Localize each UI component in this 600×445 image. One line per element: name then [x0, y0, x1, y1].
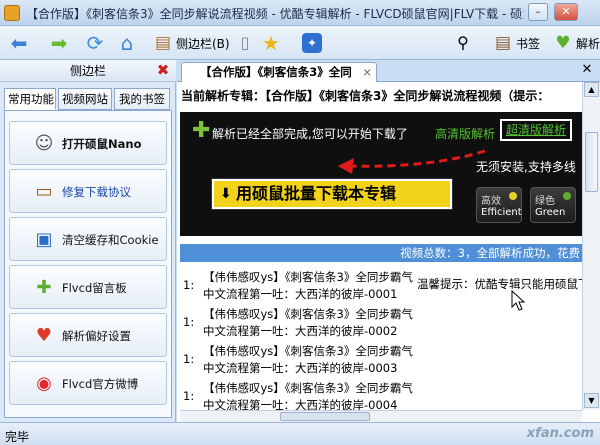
- no-install-text: 无须安装,支持多线: [476, 160, 576, 174]
- favorite-star-icon[interactable]: ★: [258, 30, 284, 56]
- puzzle-icon: ✚: [36, 277, 52, 298]
- bookmarks-label[interactable]: 书签: [516, 35, 540, 52]
- badge-title: 绿色: [535, 196, 555, 207]
- list-item: 1: 【伟伟感叹ys】《刺客信条3》全同步霸气中文流程第一吐：大西洋的彼岸-00…: [183, 342, 415, 379]
- nano-banner: ✚ 解析已经全部完成,您可以开始下载了 高清版解析 超清版解析 无须安装,支持多…: [180, 112, 582, 236]
- badge-subtitle: Green: [535, 207, 566, 218]
- parse-label[interactable]: 解析: [576, 35, 600, 52]
- batch-download-label: 用硕鼠批量下载本专辑: [236, 184, 397, 203]
- sidebar-item-label: 打开硕鼠Nano: [62, 137, 142, 151]
- watermark: xfan.com: [526, 426, 594, 441]
- sidebar-item-label: Flvcd官方微博: [62, 377, 139, 391]
- sidebar-item-repair-protocol[interactable]: ▭ 修复下载协议: [9, 169, 167, 213]
- video-list: 1: 【伟伟感叹ys】《刺客信条3》全同步霸气中文流程第一吐：大西洋的彼岸-00…: [183, 268, 415, 416]
- video-link[interactable]: 【伟伟感叹ys】《刺客信条3》全同步霸气中文流程第一吐：大西洋的彼岸-0002: [203, 306, 413, 340]
- sidebar-header: 侧边栏: [0, 60, 176, 82]
- tab-common-functions[interactable]: 常用功能: [4, 88, 56, 110]
- close-icon[interactable]: ✖: [156, 63, 170, 78]
- status-text: 完毕: [5, 430, 30, 444]
- tab-label: 【合作版】《刺客信条3》全同: [200, 65, 352, 79]
- search-icon[interactable]: ⚲: [450, 30, 476, 56]
- weibo-icon: ◉: [36, 373, 52, 394]
- item-number: 1:: [183, 352, 195, 366]
- green-badge: 绿色 Green: [530, 187, 576, 223]
- download-arrow-icon: ⬇: [220, 186, 232, 202]
- tab-current-page[interactable]: 【合作版】《刺客信条3》全同 ×: [181, 62, 377, 82]
- item-number: 1:: [183, 389, 195, 403]
- scroll-up-icon[interactable]: ▲: [584, 82, 599, 97]
- item-number: 1:: [183, 278, 195, 292]
- app-icon: [4, 5, 20, 21]
- mouse-icon: ☺: [34, 133, 54, 154]
- item-number: 1:: [183, 315, 195, 329]
- puzzle-icon: ✚: [192, 118, 211, 143]
- sidebar-item-label: 修复下载协议: [62, 185, 131, 199]
- stats-bar: 视频总数：3，全部解析成功，花费: [180, 244, 582, 262]
- badge-dot-icon: [509, 192, 517, 200]
- scroll-thumb[interactable]: [585, 132, 598, 192]
- video-link[interactable]: 【伟伟感叹ys】《刺客信条3》全同步霸气中文流程第一吐：大西洋的彼岸-0001: [203, 269, 413, 303]
- sidebar-item-label: 解析偏好设置: [62, 329, 131, 343]
- page-icon[interactable]: ▯: [232, 30, 258, 56]
- batch-download-button[interactable]: ⬇ 用硕鼠批量下载本专辑: [211, 178, 453, 210]
- sidebar-item-open-nano[interactable]: ☺ 打开硕鼠Nano: [9, 121, 167, 165]
- tip-text: 温馨提示：优酷专辑只能用硕鼠下: [417, 277, 590, 291]
- back-arrow-icon[interactable]: ⬅: [6, 30, 32, 56]
- tab-my-bookmarks[interactable]: 我的书签: [114, 88, 170, 110]
- red-arrow-annotation: [338, 149, 486, 174]
- minimize-button[interactable]: –: [528, 3, 548, 21]
- video-link[interactable]: 【伟伟感叹ys】《刺客信条3》全同步霸气中文流程第一吐：大西洋的彼岸-0003: [203, 343, 413, 377]
- list-item: 1: 【伟伟感叹ys】《刺客信条3》全同步霸气中文流程第一吐：大西洋的彼岸-00…: [183, 268, 415, 305]
- sidebar-panel: ☺ 打开硕鼠Nano ▭ 修复下载协议 ▣ 清空缓存和Cookie ✚ Flvc…: [4, 110, 172, 418]
- sidebar-item-message-board[interactable]: ✚ Flvcd留言板: [9, 265, 167, 309]
- sidebar-toggle-icon[interactable]: ▤: [150, 30, 176, 56]
- clear-cache-icon: ▣: [35, 229, 53, 250]
- heart-icon: ♥: [35, 325, 53, 346]
- uhd-parse-link[interactable]: 超清版解析: [500, 119, 572, 141]
- tab-video-sites[interactable]: 视频网站: [58, 88, 112, 110]
- page-content: 当前解析专辑：【合作版】《刺客信条3》全同步解说流程视频（提示： ✚ 解析已经全…: [177, 82, 600, 422]
- badge-leaf-icon: [563, 192, 571, 200]
- parse-icon[interactable]: ♥: [550, 30, 576, 56]
- badge-subtitle: Efficient: [481, 207, 522, 218]
- vertical-scrollbar[interactable]: ▲ ▼: [582, 82, 600, 410]
- wallet-icon: ▭: [35, 181, 53, 202]
- sidebar-toggle-label[interactable]: 侧边栏(B): [176, 35, 230, 52]
- tab-close-icon[interactable]: ×: [362, 63, 372, 81]
- bookmark-icon[interactable]: ▤: [490, 30, 516, 56]
- forward-arrow-icon[interactable]: ➡: [46, 30, 72, 56]
- tab-strip: 【合作版】《刺客信条3》全同 × ✕: [177, 60, 600, 82]
- badge-title: 高效: [481, 196, 501, 207]
- sidebar-item-label: Flvcd留言板: [62, 281, 127, 295]
- horizontal-scrollbar[interactable]: [180, 410, 582, 422]
- hd-parse-link[interactable]: 高清版解析: [435, 125, 495, 142]
- page-title: 当前解析专辑：【合作版】《刺客信条3》全同步解说流程视频（提示：: [181, 89, 550, 103]
- status-bar: 完毕 xfan.com: [0, 422, 600, 445]
- close-all-tabs-icon[interactable]: ✕: [580, 63, 594, 77]
- home-icon[interactable]: ⌂: [114, 30, 140, 56]
- sidebar-item-preferences[interactable]: ♥ 解析偏好设置: [9, 313, 167, 357]
- scroll-down-icon[interactable]: ▼: [584, 393, 599, 408]
- title-bar: 【合作版】《刺客信条3》全同步解说流程视频 - 优酷专辑解析 - FLVCD硕鼠…: [0, 0, 600, 26]
- mouse-cursor-icon: [511, 290, 525, 311]
- sidebar-item-weibo[interactable]: ◉ Flvcd官方微博: [9, 361, 167, 405]
- scroll-thumb[interactable]: [280, 412, 370, 421]
- efficient-badge: 高效 Efficient: [476, 187, 522, 223]
- video-link[interactable]: 【伟伟感叹ys】《刺客信条3》全同步霸气中文流程第一吐：大西洋的彼岸-0004: [203, 380, 413, 414]
- close-window-button[interactable]: ✕: [554, 3, 578, 21]
- sidebar-item-label: 清空缓存和Cookie: [62, 233, 159, 247]
- parse-complete-text: 解析已经全部完成,您可以开始下载了: [212, 127, 408, 141]
- toolbar: ⬅ ➡ ⟳ ⌂ ▤ 侧边栏(B) ▯ ★ ✦ ⚲ ▤ 书签 ♥ 解析: [0, 26, 600, 60]
- window-title: 【合作版】《刺客信条3》全同步解说流程视频 - 优酷专辑解析 - FLVCD硕鼠…: [26, 7, 524, 21]
- paw-icon[interactable]: ✦: [302, 33, 322, 53]
- list-item: 1: 【伟伟感叹ys】《刺客信条3》全同步霸气中文流程第一吐：大西洋的彼岸-00…: [183, 305, 415, 342]
- sidebar: 侧边栏 ✖ 常用功能 视频网站 我的书签 ☺ 打开硕鼠Nano ▭ 修复下载协议…: [0, 60, 176, 422]
- sidebar-item-clear-cache[interactable]: ▣ 清空缓存和Cookie: [9, 217, 167, 261]
- refresh-icon[interactable]: ⟳: [82, 30, 108, 56]
